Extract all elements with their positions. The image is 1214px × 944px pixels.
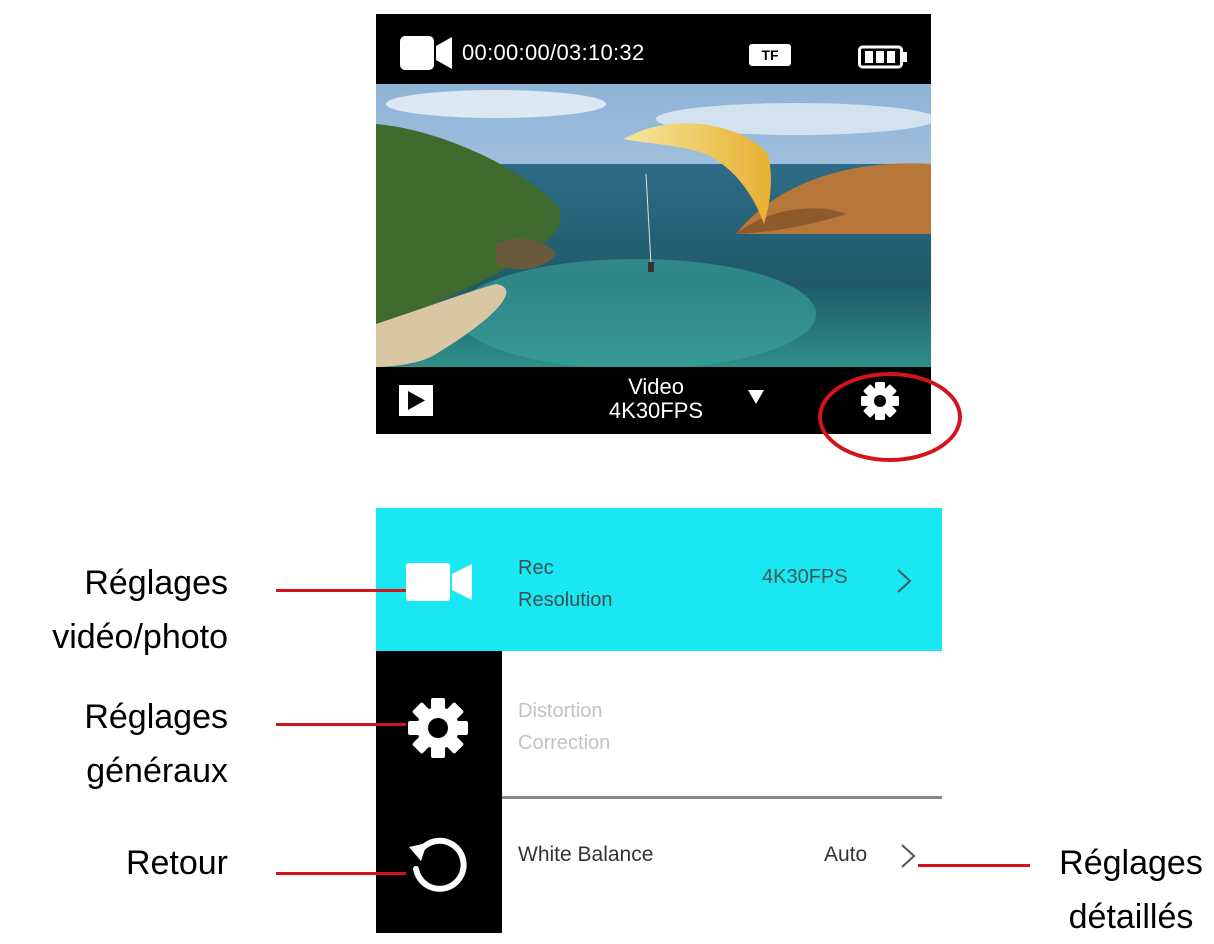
mode-selector[interactable]: Video 4K30FPS [586,375,726,423]
white-balance-label: White Balance [518,843,654,866]
chevron-right-icon [896,568,912,599]
leader-line-detailed [918,864,1030,867]
white-balance-value: Auto [824,843,868,866]
callout-line-2: détaillés [1068,898,1194,936]
menu-row-distortion-correction[interactable]: Distortion Correction [502,651,942,799]
gear-icon[interactable] [405,695,471,766]
distortion-correction-label: Distortion Correction [518,695,610,759]
tf-card-badge: TF [749,44,791,66]
callout-line-2: généraux [86,752,228,790]
menu-row-white-balance[interactable]: White Balance Auto [502,799,942,933]
playback-button[interactable] [399,385,433,416]
label-line-1: Rec [518,557,554,579]
settings-menu: Rec Resolution 4K30FPS Distortion Correc… [376,508,942,933]
leader-line-video-photo [276,589,406,592]
callout-line-1: Retour [125,844,228,882]
mode-resolution: 4K30FPS [608,398,704,423]
leader-line-general [276,723,406,726]
back-icon[interactable] [405,831,471,902]
callout-line-2: vidéo/photo [52,618,228,656]
menu-side-strip [376,651,502,933]
label-line-2: Resolution [518,589,613,611]
rec-resolution-label: Rec Resolution [518,552,613,616]
callout-video-photo-settings: Réglages vidéo/photo [52,556,228,664]
callout-back: Retour [126,836,228,890]
video-camera-icon [406,560,474,609]
callout-line-1: Réglages [84,698,228,736]
caret-down-icon[interactable] [747,389,765,410]
settings-highlight-ring [818,372,962,462]
label-line-2: Correction [518,732,611,754]
leader-line-back [276,872,406,875]
callout-line-1: Réglages [84,564,228,602]
play-icon [408,391,425,410]
callout-detailed-settings: Réglages détaillés [1052,836,1210,944]
rec-resolution-value: 4K30FPS [762,566,848,588]
chevron-right-icon [900,843,916,874]
battery-icon [858,45,908,74]
menu-row-rec-resolution[interactable]: Rec Resolution 4K30FPS [376,508,942,651]
mode-name: Video [628,374,684,399]
recording-timer: 00:00:00/03:10:32 [462,40,645,65]
status-bar: 00:00:00/03:10:32 TF [376,14,931,84]
callout-general-settings: Réglages généraux [84,690,228,798]
video-camera-icon[interactable] [400,34,454,77]
live-preview-image [376,84,931,369]
camera-screen: 00:00:00/03:10:32 TF Video 4K30FPS [376,14,931,434]
callout-line-1: Réglages [1059,844,1203,882]
label-line-1: Distortion [518,700,603,722]
